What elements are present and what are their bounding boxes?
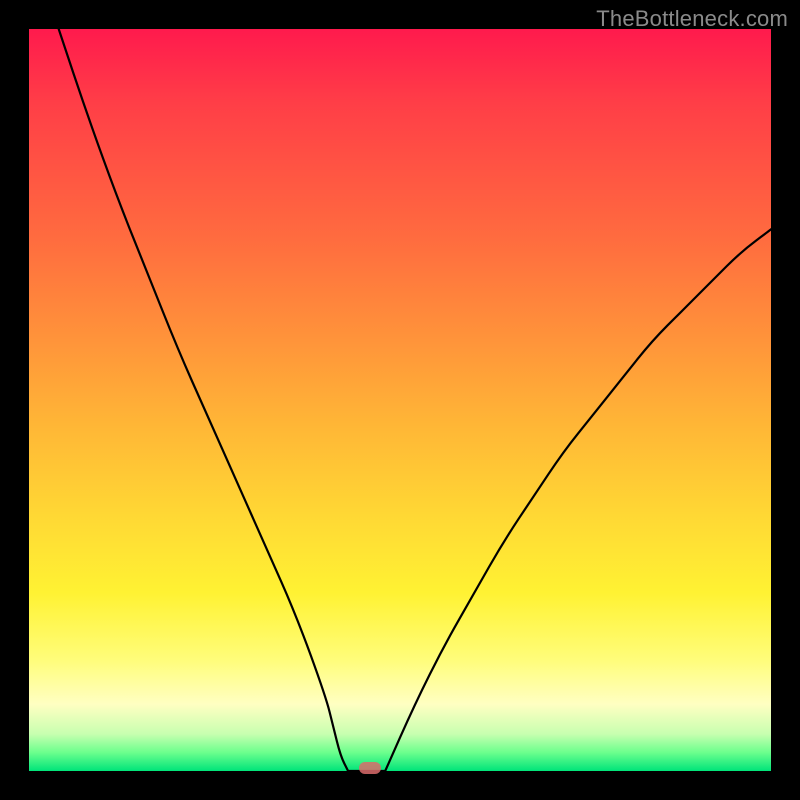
optimum-marker — [359, 762, 381, 774]
watermark-text: TheBottleneck.com — [596, 6, 788, 32]
chart-frame: TheBottleneck.com — [0, 0, 800, 800]
plot-area — [29, 29, 771, 771]
bottleneck-curve — [29, 29, 771, 771]
